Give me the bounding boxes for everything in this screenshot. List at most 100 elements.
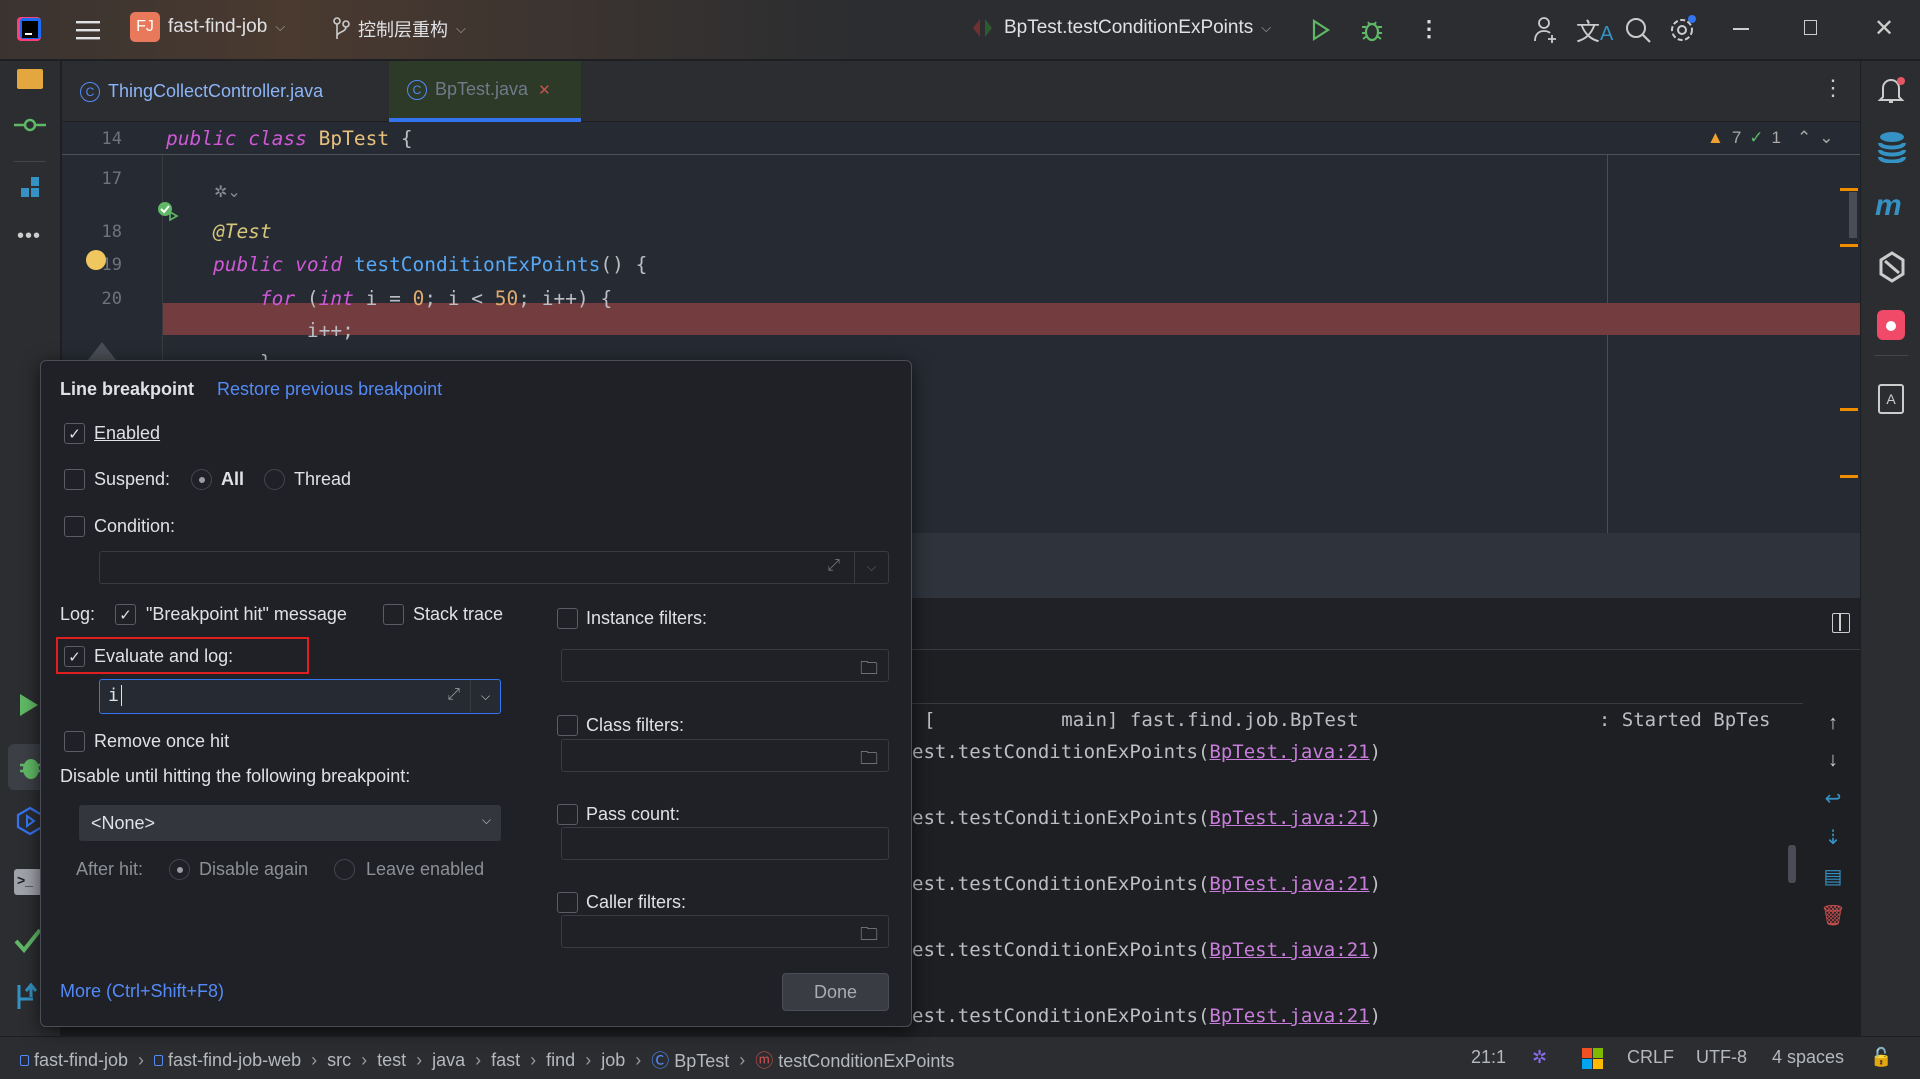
run-tool-icon[interactable]	[18, 692, 40, 723]
minimize-icon[interactable]	[1733, 28, 1749, 30]
scroll-up-icon[interactable]: ↑	[1828, 712, 1838, 735]
leave-enabled-radio[interactable]	[334, 859, 355, 880]
indent-setting[interactable]: 4 spaces	[1772, 1047, 1844, 1068]
more-link[interactable]: More (Ctrl+Shift+F8)	[60, 981, 224, 1002]
tab-bptest[interactable]: C BpTest.java ✕	[389, 61, 581, 122]
stack-trace-checkbox[interactable]	[383, 604, 404, 625]
remove-once-hit-checkbox[interactable]	[64, 731, 85, 752]
disable-until-dropdown[interactable]: <None> ⌵	[79, 805, 501, 841]
expand-icon[interactable]: ⤢	[447, 686, 460, 704]
breadcrumb-item[interactable]: job	[601, 1050, 625, 1071]
condition-checkbox[interactable]	[64, 516, 85, 537]
folder-icon[interactable]: 🗀	[860, 746, 878, 776]
translate-icon[interactable]: 文A	[1576, 12, 1613, 47]
folder-icon[interactable]: 🗀	[860, 922, 878, 952]
restore-icon[interactable]	[1804, 20, 1817, 35]
line-ending[interactable]: CRLF	[1627, 1047, 1674, 1068]
branch-selector[interactable]: 控制层重构 ⌵	[332, 16, 466, 42]
scroll-to-end-icon[interactable]: ⇣	[1825, 825, 1842, 850]
prev-highlight-icon[interactable]: ⌃	[1797, 128, 1811, 148]
clear-all-icon[interactable]: 🗑	[1820, 903, 1845, 928]
project-selector[interactable]: FJ fast-find-job ⌵	[130, 12, 285, 42]
source-link[interactable]: BpTest.java:21	[1209, 1005, 1369, 1027]
breadcrumb-item[interactable]: fast	[491, 1050, 520, 1071]
tab-options-icon[interactable]: ⋮	[1822, 75, 1844, 101]
plugin-icon[interactable]	[1877, 251, 1907, 288]
caller-filters-checkbox[interactable]	[557, 892, 578, 913]
ai-action-icon[interactable]: ✲⌄	[214, 182, 241, 202]
evaluate-expression-input[interactable]: i ⤢ ⌵	[99, 679, 501, 714]
source-link[interactable]: BpTest.java:21	[1209, 741, 1369, 763]
file-encoding[interactable]: UTF-8	[1696, 1047, 1747, 1068]
inspection-widget[interactable]: ▲ 7 ✓ 1 ⌃ ⌄	[1707, 128, 1834, 148]
condition-input[interactable]: ⤢ ⌵	[99, 551, 889, 584]
notifications-icon[interactable]	[1877, 75, 1907, 112]
console-scrollbar[interactable]	[1788, 845, 1796, 883]
suspend-checkbox[interactable]	[64, 469, 85, 490]
search-icon[interactable]	[1622, 14, 1654, 46]
done-button[interactable]: Done	[782, 973, 889, 1011]
breadcrumb-item[interactable]: ⓜ testConditionExPoints	[755, 1047, 954, 1073]
add-user-icon[interactable]	[1530, 14, 1562, 46]
evaluate-and-log-checkbox[interactable]: ✓	[64, 646, 85, 667]
app-logo-icon[interactable]	[14, 14, 44, 44]
caller-filters-input[interactable]: 🗀	[561, 915, 889, 948]
class-filters-input[interactable]: 🗀	[561, 739, 889, 772]
error-stripe-mark[interactable]	[1840, 408, 1858, 411]
debug-icon[interactable]	[1358, 15, 1386, 45]
app-plugin-icon[interactable]	[1877, 310, 1905, 340]
history-dropdown-icon[interactable]: ⌵	[854, 552, 888, 583]
error-stripe-mark[interactable]	[1840, 244, 1858, 247]
print-icon[interactable]: ▤	[1824, 864, 1843, 889]
run-icon[interactable]	[1308, 16, 1334, 44]
caret-position[interactable]: 21:1	[1471, 1047, 1506, 1068]
folder-icon[interactable]: 🗀	[860, 656, 878, 686]
more-tools-icon[interactable]: •••	[17, 225, 41, 248]
suspend-all-radio[interactable]	[191, 469, 212, 490]
tab-thingcollectcontroller[interactable]: C ThingCollectController.java	[62, 61, 388, 122]
source-link[interactable]: BpTest.java:21	[1209, 939, 1369, 961]
class-filters-checkbox[interactable]	[557, 715, 578, 736]
instance-filters-input[interactable]: 🗀	[561, 649, 889, 682]
log-message-checkbox[interactable]: ✓	[115, 604, 136, 625]
settings-icon[interactable]	[1666, 12, 1700, 46]
breadcrumb-item[interactable]: fast-find-job	[20, 1050, 128, 1071]
disable-again-radio[interactable]	[169, 859, 190, 880]
structure-icon[interactable]	[19, 176, 43, 205]
breadcrumb-item[interactable]: Ⓒ BpTest	[651, 1047, 729, 1073]
enabled-checkbox[interactable]: ✓	[64, 423, 85, 444]
terminal-icon[interactable]: >_	[14, 869, 42, 895]
windows-icon[interactable]	[1582, 1048, 1603, 1069]
soft-wrap-icon[interactable]: ↩	[1825, 786, 1842, 811]
doc-viewer-icon[interactable]: A	[1878, 384, 1904, 414]
unlock-icon[interactable]: 🔓	[1870, 1047, 1892, 1068]
instance-filters-checkbox[interactable]	[557, 608, 578, 629]
source-link[interactable]: BpTest.java:21	[1209, 807, 1369, 829]
breadcrumb-item[interactable]: java	[432, 1050, 465, 1071]
error-stripe-mark[interactable]	[1840, 188, 1858, 191]
history-dropdown-icon[interactable]: ⌵	[470, 680, 500, 712]
breadcrumb-item[interactable]: fast-find-job-web	[154, 1050, 301, 1071]
breadcrumb-item[interactable]: test	[377, 1050, 406, 1071]
suspend-thread-radio[interactable]	[264, 469, 285, 490]
scrollbar-thumb[interactable]	[1849, 192, 1857, 238]
maven-icon[interactable]: m	[1875, 189, 1902, 223]
pass-count-checkbox[interactable]	[557, 804, 578, 825]
git-icon[interactable]	[15, 981, 43, 1016]
close-tab-icon[interactable]: ✕	[538, 81, 551, 99]
database-icon[interactable]	[1878, 131, 1906, 168]
close-icon[interactable]: ✕	[1874, 14, 1894, 43]
next-highlight-icon[interactable]: ⌄	[1819, 128, 1833, 148]
hamburger-menu-icon[interactable]	[72, 15, 104, 45]
breadcrumb-item[interactable]: find	[546, 1050, 575, 1071]
pass-count-input[interactable]	[561, 827, 889, 860]
console-output[interactable]: [ main] fast.find.job.BpTest : Started B…	[912, 703, 1803, 1036]
commit-icon[interactable]	[14, 118, 46, 137]
ai-assistant-icon[interactable]: ✲	[1532, 1047, 1547, 1068]
layout-icon[interactable]	[1832, 613, 1850, 633]
breakpoint-icon[interactable]	[86, 250, 106, 270]
scroll-down-icon[interactable]: ↓	[1828, 749, 1838, 772]
run-config-selector[interactable]: BpTest.testConditionExPoints ⌵	[970, 16, 1271, 40]
error-stripe-mark[interactable]	[1840, 475, 1858, 478]
restore-previous-breakpoint-link[interactable]: Restore previous breakpoint	[217, 379, 442, 400]
